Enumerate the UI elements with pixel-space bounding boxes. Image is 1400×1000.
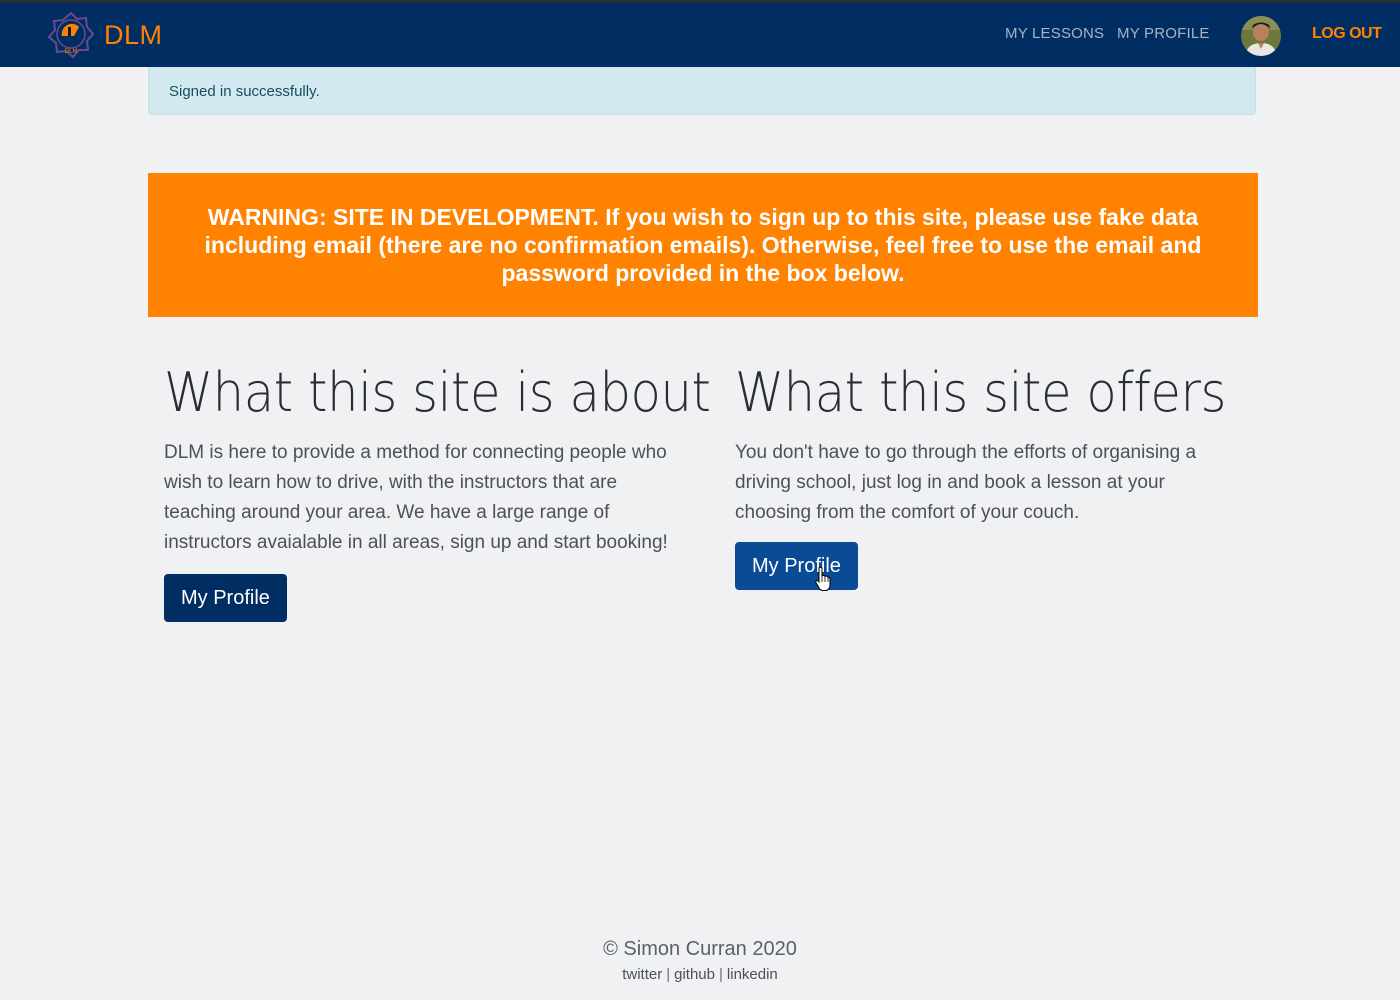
footer-link-twitter[interactable]: twitter bbox=[622, 966, 662, 983]
footer-copyright: © Simon Curran 2020 bbox=[603, 938, 797, 960]
about-section: What this site is about DLM is here to p… bbox=[164, 360, 711, 622]
avatar-image bbox=[1241, 16, 1281, 56]
about-heading: What this site is about bbox=[164, 361, 711, 424]
nav-my-lessons[interactable]: MY LESSONS bbox=[1005, 25, 1104, 42]
user-avatar[interactable] bbox=[1241, 16, 1281, 56]
brand-name: DLM bbox=[104, 19, 163, 50]
dlm-logo-icon: DLM bbox=[48, 12, 94, 58]
about-body: DLM is here to provide a method for conn… bbox=[164, 442, 668, 553]
alert-text: Signed in successfully. bbox=[169, 83, 320, 100]
offers-body: You don't have to go through the efforts… bbox=[735, 442, 1197, 523]
footer-links: twitter | github | linkedin bbox=[0, 966, 1400, 983]
warning-text: WARNING: SITE IN DEVELOPMENT. If you wis… bbox=[204, 204, 1202, 286]
about-my-profile-button[interactable]: My Profile bbox=[164, 574, 287, 622]
footer-link-github[interactable]: github bbox=[674, 966, 715, 983]
brand-link[interactable]: DLM DLM bbox=[48, 12, 163, 58]
offers-heading: What this site offers bbox=[735, 361, 1226, 424]
flash-alert: Signed in successfully. bbox=[148, 67, 1256, 115]
footer: © Simon Curran 2020 twitter | github | linke… bbox=[0, 936, 1400, 983]
navbar: DLM DLM MY LESSONS MY PROFILE LOG OUT bbox=[0, 3, 1400, 67]
footer-separator: | bbox=[666, 966, 671, 983]
development-warning-banner: WARNING: SITE IN DEVELOPMENT. If you wis… bbox=[148, 173, 1258, 317]
nav-my-profile[interactable]: MY PROFILE bbox=[1117, 25, 1210, 42]
logout-link[interactable]: LOG OUT bbox=[1312, 25, 1382, 43]
footer-separator: | bbox=[719, 966, 723, 983]
footer-link-linkedin[interactable]: linkedin bbox=[727, 966, 778, 983]
offers-section: What this site offers You don't have to … bbox=[735, 360, 1226, 590]
logo-caption: DLM bbox=[64, 48, 77, 55]
offers-my-profile-button[interactable]: My Profile bbox=[735, 542, 858, 590]
